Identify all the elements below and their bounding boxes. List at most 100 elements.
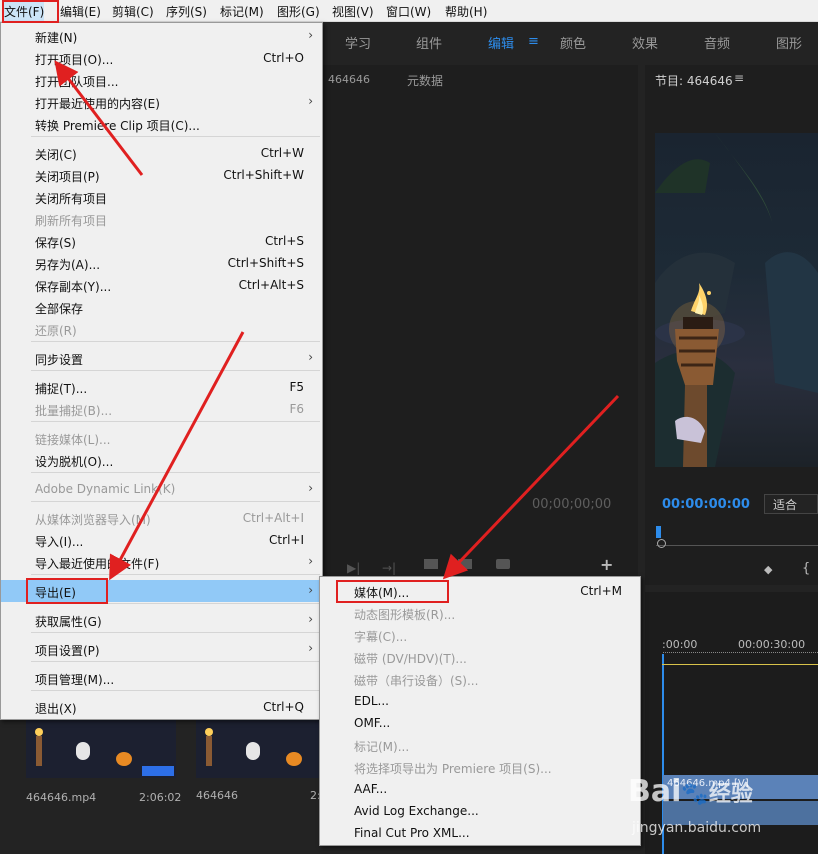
file-menu-item[interactable]: 打开团队项目...	[1, 69, 322, 91]
step-forward-icon[interactable]: →|	[382, 561, 396, 575]
menu-item-label: 新建(N)	[35, 31, 78, 45]
timeline-panel: :00:00 00:00:30:00 464646.mp4 [V]	[645, 592, 818, 854]
file-menu-item[interactable]: 链接媒体(L)...	[1, 427, 322, 449]
torch-scene-image	[655, 133, 818, 467]
export-menu-item[interactable]: OMF...	[320, 712, 640, 734]
file-menu-item[interactable]: 关闭所有项目	[1, 186, 322, 208]
menu-window[interactable]: 窗口(W)	[386, 3, 431, 20]
export-menu-item[interactable]: 动态图形模板(R)...	[320, 602, 640, 624]
export-menu-item[interactable]: 磁带 (DV/HDV)(T)...	[320, 646, 640, 668]
file-menu-item[interactable]: 打开最近使用的内容(E) ›	[1, 91, 322, 113]
menu-clip[interactable]: 剪辑(C)	[112, 3, 154, 20]
menu-item-label: Adobe Dynamic Link(K)	[35, 482, 176, 496]
project-thumbnail-2[interactable]	[196, 720, 320, 778]
overwrite-icon[interactable]	[458, 559, 472, 569]
export-menu-item[interactable]: AAF...	[320, 778, 640, 800]
file-menu-item[interactable]: 从媒体浏览器导入(M) Ctrl+Alt+I	[1, 507, 322, 529]
project-thumbnail-1[interactable]	[26, 720, 176, 778]
insert-icon[interactable]	[424, 559, 438, 569]
fit-dropdown[interactable]: 适合	[764, 494, 818, 514]
file-menu-item[interactable]: 打开项目(O)... Ctrl+O	[1, 47, 322, 69]
marker-icon[interactable]: ◆	[764, 563, 772, 576]
menu-item-label: 退出(X)	[35, 702, 77, 716]
file-menu-item[interactable]: 还原(R)	[1, 318, 322, 340]
menu-separator	[31, 472, 320, 473]
file-menu-item[interactable]: 批量捕捉(B)... F6	[1, 398, 322, 420]
ruler-start: :00:00	[662, 638, 698, 651]
menu-separator	[31, 501, 320, 502]
menu-item-label: 打开最近使用的内容(E)	[35, 97, 160, 111]
menu-graphics[interactable]: 图形(G)	[277, 3, 320, 20]
workspace-color[interactable]: 颜色	[560, 33, 586, 52]
file-menu-item[interactable]: 保存副本(Y)... Ctrl+Alt+S	[1, 274, 322, 296]
file-menu-item[interactable]: 关闭项目(P) Ctrl+Shift+W	[1, 164, 322, 186]
menu-help[interactable]: 帮助(H)	[445, 3, 487, 20]
watermark-brand2: 经验	[708, 782, 753, 807]
camera-icon[interactable]	[496, 559, 510, 569]
workspace-editing[interactable]: 编辑	[488, 33, 514, 52]
menu-view[interactable]: 视图(V)	[332, 3, 374, 20]
file-menu-item[interactable]: 捕捉(T)... F5	[1, 376, 322, 398]
metadata-tab[interactable]: 元数据	[407, 72, 443, 89]
menu-item-label: 刷新所有项目	[35, 214, 108, 228]
file-menu-item[interactable]: 同步设置 ›	[1, 347, 322, 369]
menu-item-label: 导入最近使用的文件(F)	[35, 557, 160, 571]
file-menu-item[interactable]: 转换 Premiere Clip 项目(C)...	[1, 113, 322, 135]
export-menu-item[interactable]: EDL...	[320, 690, 640, 712]
file-menu-item[interactable]: 导入(I)... Ctrl+I	[1, 529, 322, 551]
file-menu: 新建(N) › 打开项目(O)... Ctrl+O 打开团队项目... 打开最近使用的内容…	[0, 22, 323, 720]
file-menu-item[interactable]: 获取属性(G) ›	[1, 609, 322, 631]
annotation-box-file	[2, 0, 59, 23]
export-menu-item[interactable]: Final Cut Pro XML...	[320, 822, 640, 844]
file-menu-item[interactable]: 设为脱机(O)...	[1, 449, 322, 471]
workspace-menu-icon[interactable]: ≡	[528, 34, 539, 49]
menu-item-label: 打开团队项目...	[35, 75, 119, 89]
menu-sequence[interactable]: 序列(S)	[166, 3, 207, 20]
program-title[interactable]: 节目: 464646	[655, 72, 733, 89]
add-button-icon[interactable]: +	[600, 555, 613, 574]
export-menu-item[interactable]: 字幕(C)...	[320, 624, 640, 646]
timeline-ruler-ticks	[663, 652, 818, 658]
menu-item-label: 关闭项目(P)	[35, 170, 100, 184]
export-menu-item[interactable]: 将选择项导出为 Premiere 项目(S)...	[320, 756, 640, 778]
menu-item-shortcut: Ctrl+M	[580, 584, 622, 598]
workspace-effects[interactable]: 效果	[632, 33, 658, 52]
playhead-icon[interactable]	[656, 526, 661, 538]
file-menu-item[interactable]: 导入最近使用的文件(F) ›	[1, 551, 322, 573]
file-menu-item[interactable]: 保存(S) Ctrl+S	[1, 230, 322, 252]
workspace-learn[interactable]: 学习	[345, 33, 371, 52]
program-menu-icon[interactable]: ≡	[734, 71, 744, 85]
export-menu-item[interactable]: 标记(M)...	[320, 734, 640, 756]
annotation-box-export	[26, 578, 108, 604]
menu-item-label: 项目管理(M)...	[35, 673, 115, 687]
premiere-window: 文件(F) 编辑(E) 剪辑(C) 序列(S) 标记(M) 图形(G) 视图(V…	[0, 0, 818, 854]
menu-item-label: 保存(S)	[35, 236, 76, 250]
file-menu-item[interactable]: 新建(N) ›	[1, 25, 322, 47]
file-menu-item[interactable]: 关闭(C) Ctrl+W	[1, 142, 322, 164]
source-panel-name[interactable]: 464646	[328, 73, 370, 86]
menu-item-label: 项目设置(P)	[35, 644, 100, 658]
menu-marker[interactable]: 标记(M)	[220, 3, 264, 20]
program-scrubber[interactable]	[656, 526, 818, 548]
file-menu-item[interactable]: 项目管理(M)...	[1, 667, 322, 689]
file-menu-item[interactable]: 项目设置(P) ›	[1, 638, 322, 660]
mark-in-icon[interactable]: {	[802, 561, 810, 576]
export-menu-item[interactable]: Avid Log Exchange...	[320, 800, 640, 822]
file-menu-item[interactable]: 另存为(A)... Ctrl+Shift+S	[1, 252, 322, 274]
file-menu-item[interactable]: 退出(X) Ctrl+Q	[1, 696, 322, 718]
menu-edit[interactable]: 编辑(E)	[60, 3, 101, 20]
export-menu-item[interactable]: 磁带（串行设备）(S)...	[320, 668, 640, 690]
file-menu-item[interactable]: Adobe Dynamic Link(K) ›	[1, 478, 322, 500]
play-icon[interactable]: ▶|	[347, 561, 360, 575]
file-menu-item[interactable]: 全部保存	[1, 296, 322, 318]
watermark-brand: Bai	[628, 774, 682, 809]
menu-item-shortcut: Ctrl+Shift+S	[227, 256, 304, 270]
playhead-handle[interactable]	[657, 539, 666, 548]
thumb2-flame-icon	[205, 728, 213, 736]
file-menu-item[interactable]: 刷新所有项目	[1, 208, 322, 230]
work-area-bar[interactable]	[662, 664, 818, 665]
program-timecode[interactable]: 00:00:00:00	[662, 497, 750, 512]
workspace-assembly[interactable]: 组件	[416, 33, 442, 52]
workspace-graphics[interactable]: 图形	[776, 33, 802, 52]
workspace-audio[interactable]: 音频	[704, 33, 730, 52]
